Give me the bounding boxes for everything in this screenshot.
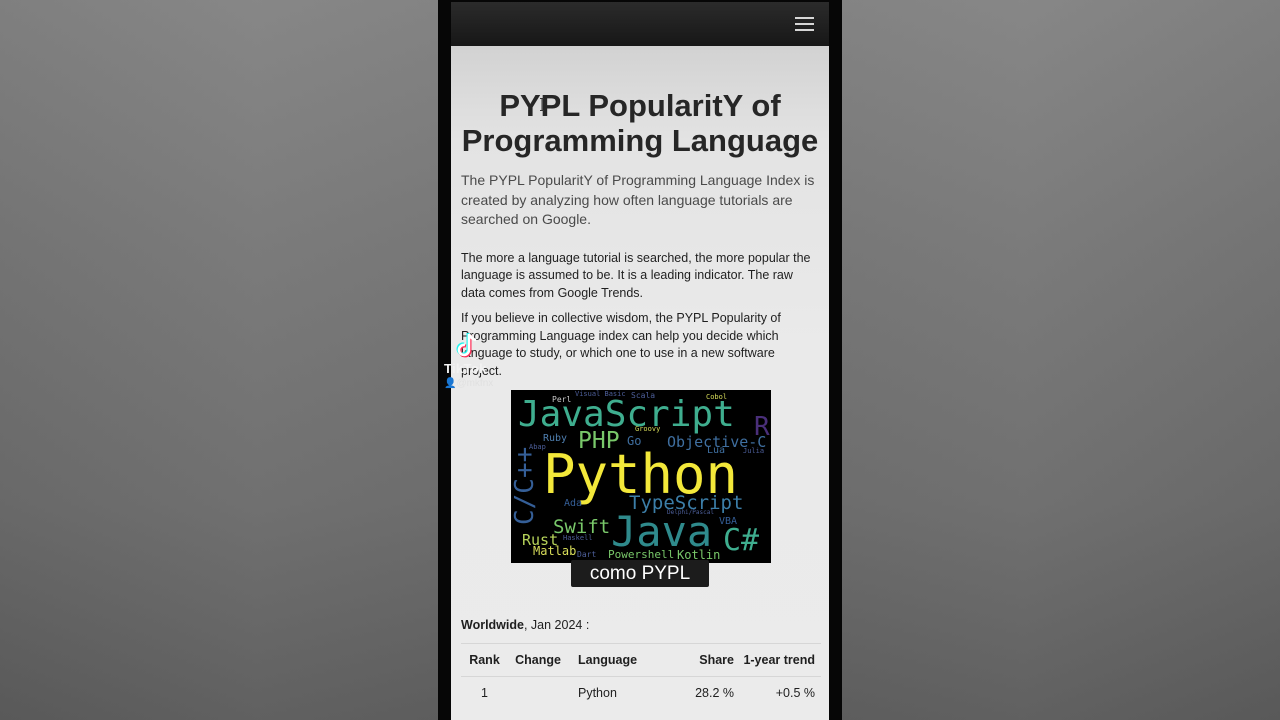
top-navbar <box>451 2 829 46</box>
ranking-scope-date: , Jan 2024 : <box>523 618 590 632</box>
cell-trend: +0.5 % <box>734 676 821 709</box>
ranking-scope: Worldwide, Jan 2024 : <box>461 618 589 632</box>
wordcloud-word: Cobol <box>706 393 728 401</box>
background-blur-left <box>0 0 438 720</box>
column-header-change[interactable]: Change <box>508 643 568 677</box>
intro-paragraph: The more a language tutorial is searched… <box>461 250 811 300</box>
tiktok-watermark: TikTok 👤@mkfnx <box>443 330 513 394</box>
tiktok-brand: TikTok <box>444 361 487 376</box>
language-wordcloud-image: JavaScript Python Java PHP Objective-C T… <box>511 390 771 563</box>
wordcloud-word: JavaScript <box>518 394 735 435</box>
cell-change <box>508 676 568 709</box>
wordcloud-word: Haskell <box>563 534 593 542</box>
wordcloud-word: Delphi/Pascal <box>667 509 714 516</box>
hamburger-icon[interactable] <box>791 13 817 35</box>
wordcloud-word: PHP <box>578 428 620 454</box>
wordcloud-word: Dart <box>577 550 597 559</box>
wordcloud-word: Scala <box>631 391 656 400</box>
cell-share: 28.2 % <box>674 676 734 709</box>
background-blur-right <box>842 0 1280 720</box>
wordcloud-word: R <box>754 412 770 442</box>
video-caption: como PYPL <box>571 560 709 587</box>
wordcloud-word: Go <box>627 434 642 448</box>
tiktok-username: 👤@mkfnx <box>444 378 493 389</box>
column-header-trend[interactable]: 1-year trend <box>734 643 821 677</box>
page-title: PYPL PopularitY of Programming Language <box>461 88 819 158</box>
wordcloud-word: Visual Basic <box>575 390 626 398</box>
column-header-language[interactable]: Language <box>568 643 674 677</box>
wordcloud-word: C/C++ <box>511 446 540 525</box>
wordcloud-word: Matlab <box>533 544 577 558</box>
wordcloud-word: Lua <box>707 445 726 456</box>
wordcloud-word: Julia <box>743 447 765 455</box>
tiktok-logo-icon <box>456 333 477 358</box>
user-icon: 👤 <box>444 378 457 389</box>
wordcloud-word: Ruby <box>543 433 568 444</box>
wisdom-paragraph: If you believe in collective wisdom, the… <box>461 311 781 378</box>
wordcloud-word: Perl <box>552 395 572 404</box>
table-header-row: Rank Change Language Share 1-year trend <box>461 643 821 677</box>
wordcloud-word: Abap <box>529 443 546 451</box>
wordcloud-word: Groovy <box>635 425 661 433</box>
cell-language: Python <box>568 676 674 709</box>
wordcloud-word: VBA <box>719 516 738 527</box>
wordcloud-word: C# <box>723 523 760 558</box>
column-header-rank[interactable]: Rank <box>461 643 508 677</box>
lead-paragraph: The PYPL PopularitY of Programming Langu… <box>461 172 815 227</box>
wordcloud-word: Ada <box>564 498 583 509</box>
tiktok-username-text: @mkfnx <box>456 378 494 389</box>
ranking-scope-bold: Worldwide <box>461 618 524 632</box>
wordcloud-word: Java <box>611 507 713 556</box>
table-row: 1 Python 28.2 % +0.5 % <box>461 676 821 709</box>
column-header-share[interactable]: Share <box>674 643 734 677</box>
cell-rank: 1 <box>461 676 508 709</box>
text-cursor-icon <box>540 98 544 111</box>
wordcloud-word: Powershell <box>608 548 675 561</box>
ranking-table: Rank Change Language Share 1-year trend … <box>461 643 821 709</box>
